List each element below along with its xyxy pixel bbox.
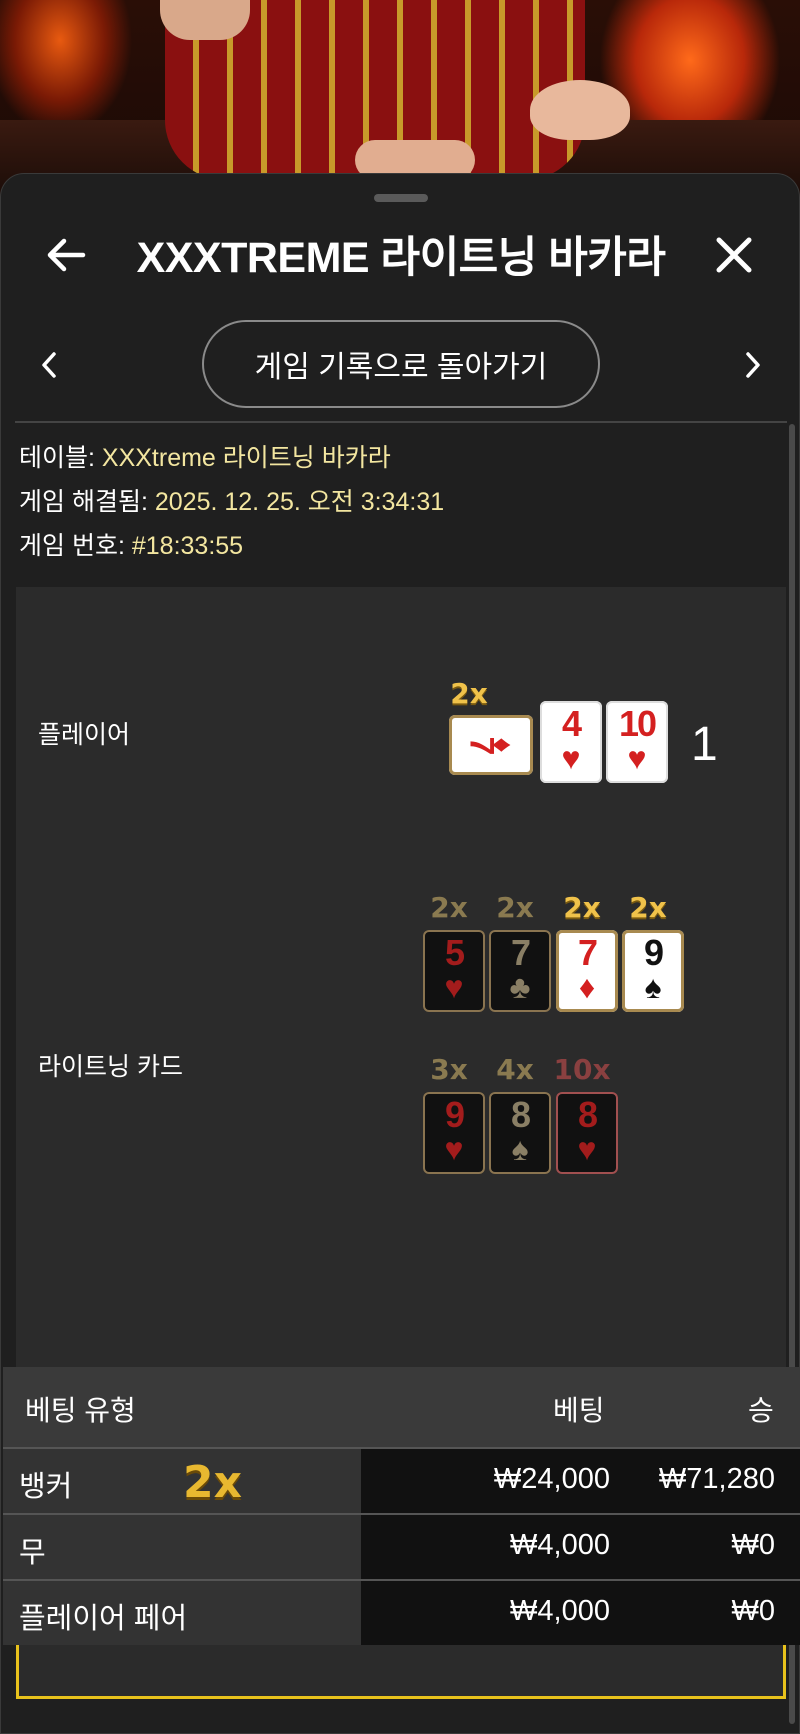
card-rank: 10	[618, 703, 657, 744]
card-rank: 5	[444, 932, 465, 973]
lightning-multiplier: 2x	[629, 891, 667, 924]
lightning-multiplier: 2x	[430, 891, 468, 924]
sheet-header: XXXTREME 라이트닝 바카라	[1, 214, 799, 294]
win-amount: ₩0	[731, 1529, 776, 1561]
club-suit-icon: ♣	[509, 969, 531, 1005]
lightning-cards-label: 라이트닝 카드	[38, 1053, 183, 1081]
win-amount: ₩71,280	[658, 1463, 775, 1495]
lightning-card: 8 ♠	[489, 1092, 551, 1174]
bet-type-header: 베팅 유형	[25, 1395, 136, 1426]
heart-suit-icon: ♥	[561, 740, 581, 776]
player-label: 플레이어	[38, 721, 131, 749]
heart-suit-icon: ♥	[627, 740, 647, 776]
lightning-card: 9 ♥	[423, 1092, 485, 1174]
card-rank: 8	[577, 1094, 598, 1135]
lightning-multiplier: 2x	[496, 891, 534, 924]
resolved-value: 2025. 12. 25. 오전 3:34:31	[154, 488, 445, 516]
player-card: 10 ♥	[606, 701, 668, 783]
bet-type-cell	[3, 1515, 361, 1579]
table-row: 뱅커 2x ₩24,000 ₩71,280	[3, 1447, 800, 1513]
game-number-label: 게임 번호:	[19, 532, 125, 560]
game-number-line: 게임 번호: #18:33:55	[19, 524, 779, 568]
table-row: 무 ₩4,000 ₩0	[3, 1513, 800, 1579]
heart-suit-icon: ♥	[444, 1131, 464, 1167]
lightning-card: 7 ♦	[556, 930, 618, 1012]
card-rank: 7	[510, 932, 531, 973]
game-number-value: #18:33:55	[131, 532, 244, 560]
lightning-multiplier: 4x	[496, 1053, 534, 1086]
lightning-card: 9 ♠	[622, 930, 684, 1012]
table-value: XXXtreme 라이트닝 바카라	[101, 444, 391, 472]
bet-amount: ₩4,000	[510, 1595, 610, 1627]
results-panel: 플레이어 2x 7 ♦ 4 ♥ 10 ♥ 1 라이트닝 카드 2x 2x 2x …	[16, 587, 786, 1699]
bet-table: 베팅 유형 베팅 승 뱅커 2x ₩24,000 ₩71,280 무 ₩4,00…	[3, 1367, 800, 1645]
back-arrow-icon[interactable]	[41, 232, 91, 278]
spade-suit-icon: ♠	[644, 969, 662, 1005]
bet-name: 플레이어 페어	[19, 1603, 188, 1635]
dealer-video-background	[0, 0, 800, 200]
sheet-grabber-handle[interactable]	[374, 194, 428, 202]
diamond-suit-icon: ♦	[578, 969, 596, 1005]
heart-suit-icon: ♥	[444, 969, 464, 1005]
resolved-info-line: 게임 해결됨: 2025. 12. 25. 오전 3:34:31	[19, 480, 779, 524]
player-card: 4 ♥	[540, 701, 602, 783]
card-rank: 8	[510, 1094, 531, 1135]
dealer-arm	[160, 0, 250, 40]
lightning-multiplier: 2x	[563, 891, 601, 924]
player-side-card: 7 ♦	[449, 715, 533, 775]
lightning-card: 5 ♥	[423, 930, 485, 1012]
resolved-label: 게임 해결됨:	[19, 488, 148, 516]
bet-name: 뱅커	[19, 1471, 73, 1503]
page-title: XXXTREME 라이트닝 바카라	[136, 234, 666, 282]
card-rank: 9	[444, 1094, 465, 1135]
heart-suit-icon: ♥	[577, 1131, 597, 1167]
chevron-left-icon[interactable]	[29, 340, 69, 390]
chevron-right-icon[interactable]	[733, 340, 773, 390]
table-label: 테이블:	[19, 444, 95, 472]
table-info-line: 테이블: XXXtreme 라이트닝 바카라	[19, 436, 779, 480]
lightning-multiplier: 10x	[553, 1053, 611, 1086]
divider	[15, 421, 787, 423]
player-side-multiplier: 2x	[450, 677, 488, 710]
game-nav-row: 게임 기록으로 돌아가기	[1, 320, 799, 410]
game-info: 테이블: XXXtreme 라이트닝 바카라 게임 해결됨: 2025. 12.…	[19, 436, 779, 568]
bet-name: 무	[19, 1537, 46, 1569]
spade-suit-icon: ♠	[511, 1131, 529, 1167]
table-row: 플레이어 페어 ₩4,000 ₩0	[3, 1579, 800, 1645]
dealer-hand	[530, 80, 630, 140]
close-icon[interactable]	[709, 230, 759, 280]
bet-amount: ₩4,000	[510, 1529, 610, 1561]
bet-multiplier: 2x	[183, 1457, 242, 1508]
lightning-card: 8 ♥	[556, 1092, 618, 1174]
bet-amount-header: 베팅	[553, 1395, 605, 1426]
lightning-multiplier: 3x	[430, 1053, 468, 1086]
player-score: 1	[691, 718, 718, 771]
bet-amount: ₩24,000	[493, 1463, 610, 1495]
diamond-suit-icon: ♦	[485, 737, 519, 753]
return-to-history-button[interactable]: 게임 기록으로 돌아가기	[202, 320, 600, 408]
card-rank: 9	[643, 932, 664, 973]
win-header: 승	[748, 1395, 774, 1426]
bet-table-header: 베팅 유형 베팅 승	[3, 1367, 800, 1447]
card-rank: 7	[577, 932, 598, 973]
card-rank: 4	[561, 703, 582, 744]
lightning-card: 7 ♣	[489, 930, 551, 1012]
win-amount: ₩0	[731, 1595, 776, 1627]
